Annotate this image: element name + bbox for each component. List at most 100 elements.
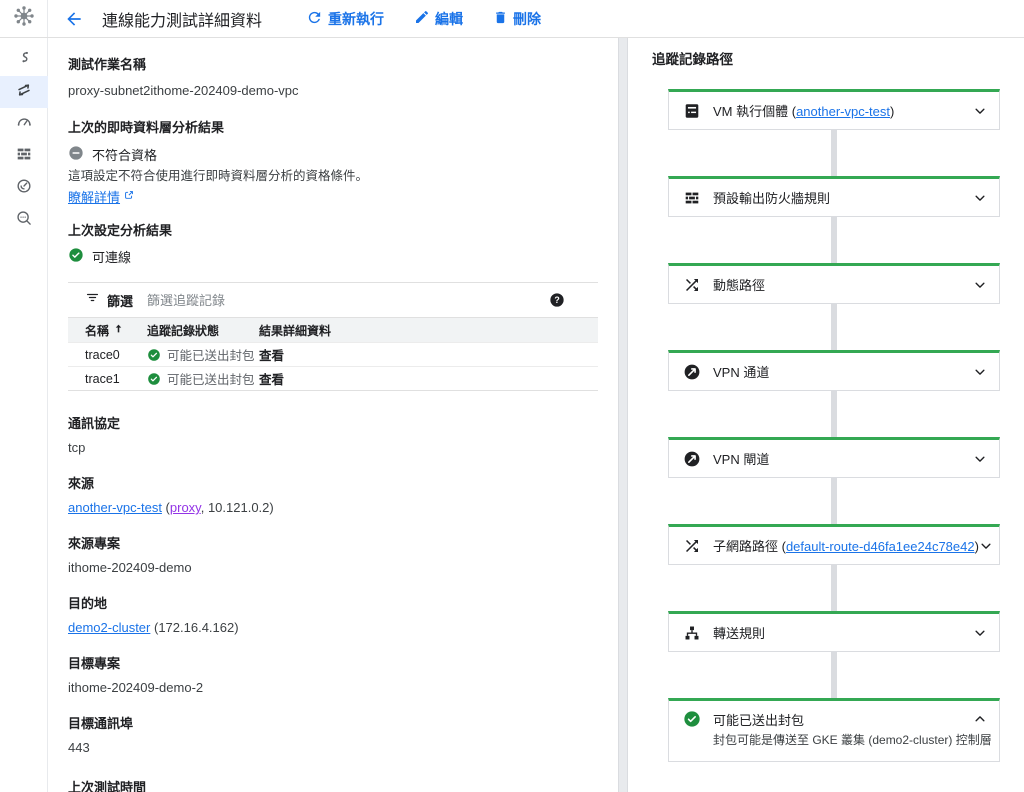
view-result-link[interactable]: 查看: [259, 373, 284, 387]
source-interface-link[interactable]: proxy: [170, 500, 201, 515]
sidebar-item-network-analyzer[interactable]: [0, 172, 48, 204]
connectivity-test-details-page: 連線能力測試詳細資料 重新執行 編輯 刪除 測試作業名稱 proxy-subne…: [0, 0, 1024, 792]
trace-path-cards: VM 執行個體 (another-vpc-test) 預設輸出防火牆規則 動態路…: [668, 89, 1000, 762]
sidebar-item-performance-dashboard[interactable]: [0, 108, 48, 140]
column-name-header[interactable]: 名稱: [85, 322, 109, 339]
chevron-down-icon[interactable]: [973, 365, 987, 379]
network-hub-icon: [13, 5, 35, 32]
back-button[interactable]: [62, 7, 86, 31]
chevron-down-icon[interactable]: [973, 191, 987, 205]
external-link-icon: [123, 189, 135, 204]
trash-icon: [493, 10, 508, 28]
help-icon[interactable]: ?: [549, 292, 565, 308]
trace-step-vpn-gateway[interactable]: VPN 閘道: [668, 437, 1000, 478]
live-analysis-status: 不符合資格: [68, 145, 598, 166]
trace-status: 可能已送出封包: [167, 349, 255, 363]
left-icon-nav: [0, 38, 48, 792]
network-analyzer-icon: [15, 177, 33, 200]
table-row: trace1 可能已送出封包 查看: [68, 366, 598, 390]
source-project-label: 來源專案: [68, 536, 121, 551]
flow-analyzer-icon: [15, 209, 33, 232]
target-port-label: 目標通訊埠: [68, 716, 134, 731]
check-circle-icon: [147, 348, 161, 362]
chevron-down-icon[interactable]: [973, 626, 987, 640]
last-test-time-label: 上次測試時間: [68, 780, 147, 792]
packet-delivered-detail: 封包可能是傳送至 GKE 叢集 (demo2-cluster) 控制層: [713, 733, 992, 747]
destination-cluster-link[interactable]: demo2-cluster: [68, 620, 150, 635]
chevron-down-icon[interactable]: [973, 104, 987, 118]
svg-text:?: ?: [554, 295, 559, 305]
sidebar-item-firewall-insights[interactable]: [0, 140, 48, 172]
live-analysis-description: 這項設定不符合使用進行即時資料層分析的資格條件。: [68, 169, 369, 183]
trace-step-forwarding-rule[interactable]: 轉送規則: [668, 611, 1000, 652]
firewall-insights-icon: [15, 145, 33, 168]
check-circle-icon: [68, 247, 84, 268]
live-analysis-label: 上次的即時資料層分析結果: [68, 120, 225, 135]
subnet-route-link[interactable]: default-route-d46fa1ee24c78e42: [786, 539, 975, 554]
route-icon: [683, 537, 701, 555]
target-project-label: 目標專案: [68, 656, 121, 671]
delete-button[interactable]: 刪除: [493, 9, 541, 29]
table-row: trace0 可能已送出封包 查看: [68, 342, 598, 366]
vpn-tunnel-icon: [683, 363, 701, 381]
destination-value: demo2-cluster (172.16.4.162): [68, 620, 239, 635]
pencil-icon: [414, 9, 430, 28]
trace-table-header: 名稱 追蹤記錄狀態 結果詳細資料: [68, 317, 598, 342]
source-project-value: ithome-202409-demo: [68, 560, 192, 575]
trace-step-vpn-tunnel[interactable]: VPN 通道: [668, 350, 1000, 391]
chevron-down-icon[interactable]: [973, 278, 987, 292]
source-instance-link[interactable]: another-vpc-test: [68, 500, 162, 515]
config-analysis-label: 上次設定分析結果: [68, 223, 173, 238]
protocol-value: tcp: [68, 440, 86, 455]
sidebar-item-connectivity-tests[interactable]: [0, 76, 48, 108]
firewall-rule-icon: [683, 189, 701, 207]
sidebar-item-topology[interactable]: [0, 44, 48, 76]
trace-step-subnet-route[interactable]: 子網路路徑 (default-route-d46fa1ee24c78e42): [668, 524, 1000, 565]
rerun-button[interactable]: 重新執行: [306, 9, 384, 29]
sort-ascending-icon[interactable]: [113, 323, 124, 337]
learn-more-link[interactable]: 瞭解詳情: [68, 187, 135, 206]
page-title: 連線能力測試詳細資料: [102, 12, 263, 30]
route-icon: [683, 276, 701, 294]
trace-step-vm-instance[interactable]: VM 執行個體 (another-vpc-test): [668, 89, 1000, 130]
product-logo-cell: [0, 0, 48, 37]
performance-dashboard-icon: [15, 113, 33, 136]
edit-button[interactable]: 編輯: [414, 9, 463, 29]
source-label: 來源: [68, 476, 95, 491]
trace-path-title: 追蹤記錄路徑: [652, 52, 733, 67]
vpn-gateway-icon: [683, 450, 701, 468]
top-app-bar: 連線能力測試詳細資料 重新執行 編輯 刪除: [0, 0, 1024, 38]
trace-status: 可能已送出封包: [167, 373, 255, 387]
trace-filter-row: 篩選 ?: [68, 283, 598, 317]
refresh-icon: [306, 9, 323, 29]
connectivity-tests-icon: [15, 81, 33, 104]
destination-label: 目的地: [68, 596, 108, 611]
ineligible-icon: [68, 145, 84, 166]
column-detail-header[interactable]: 結果詳細資料: [259, 322, 598, 339]
test-name-label: 測試作業名稱: [68, 57, 147, 72]
test-name-value: proxy-subnet2ithome-202409-demo-vpc: [68, 83, 299, 98]
chevron-down-icon[interactable]: [973, 452, 987, 466]
trace-step-packet-delivered[interactable]: 可能已送出封包 封包可能是傳送至 GKE 叢集 (demo2-cluster) …: [668, 698, 1000, 762]
topology-icon: [15, 49, 33, 72]
trace-name: trace0: [85, 347, 120, 362]
check-circle-icon: [147, 372, 161, 386]
protocol-label: 通訊協定: [68, 416, 121, 431]
chevron-up-icon[interactable]: [973, 712, 987, 726]
filter-label: 篩選: [107, 293, 134, 309]
sidebar-item-flow-analyzer[interactable]: [0, 204, 48, 236]
vm-instance-icon: [683, 102, 701, 120]
check-circle-icon: [683, 710, 701, 728]
view-result-link[interactable]: 查看: [259, 349, 284, 363]
trace-step-firewall-rule[interactable]: 預設輸出防火牆規則: [668, 176, 1000, 217]
column-status-header[interactable]: 追蹤記錄狀態: [147, 322, 259, 339]
target-port-value: 443: [68, 740, 90, 755]
trace-step-dynamic-route[interactable]: 動態路徑: [668, 263, 1000, 304]
test-details-panel: 測試作業名稱 proxy-subnet2ithome-202409-demo-v…: [48, 38, 618, 792]
forwarding-rule-icon: [683, 624, 701, 642]
trace-filter-input[interactable]: [147, 292, 549, 308]
config-analysis-status: 可連線: [68, 247, 598, 268]
chevron-down-icon[interactable]: [979, 539, 993, 553]
vm-instance-link[interactable]: another-vpc-test: [796, 104, 890, 119]
panel-splitter[interactable]: [618, 38, 628, 792]
